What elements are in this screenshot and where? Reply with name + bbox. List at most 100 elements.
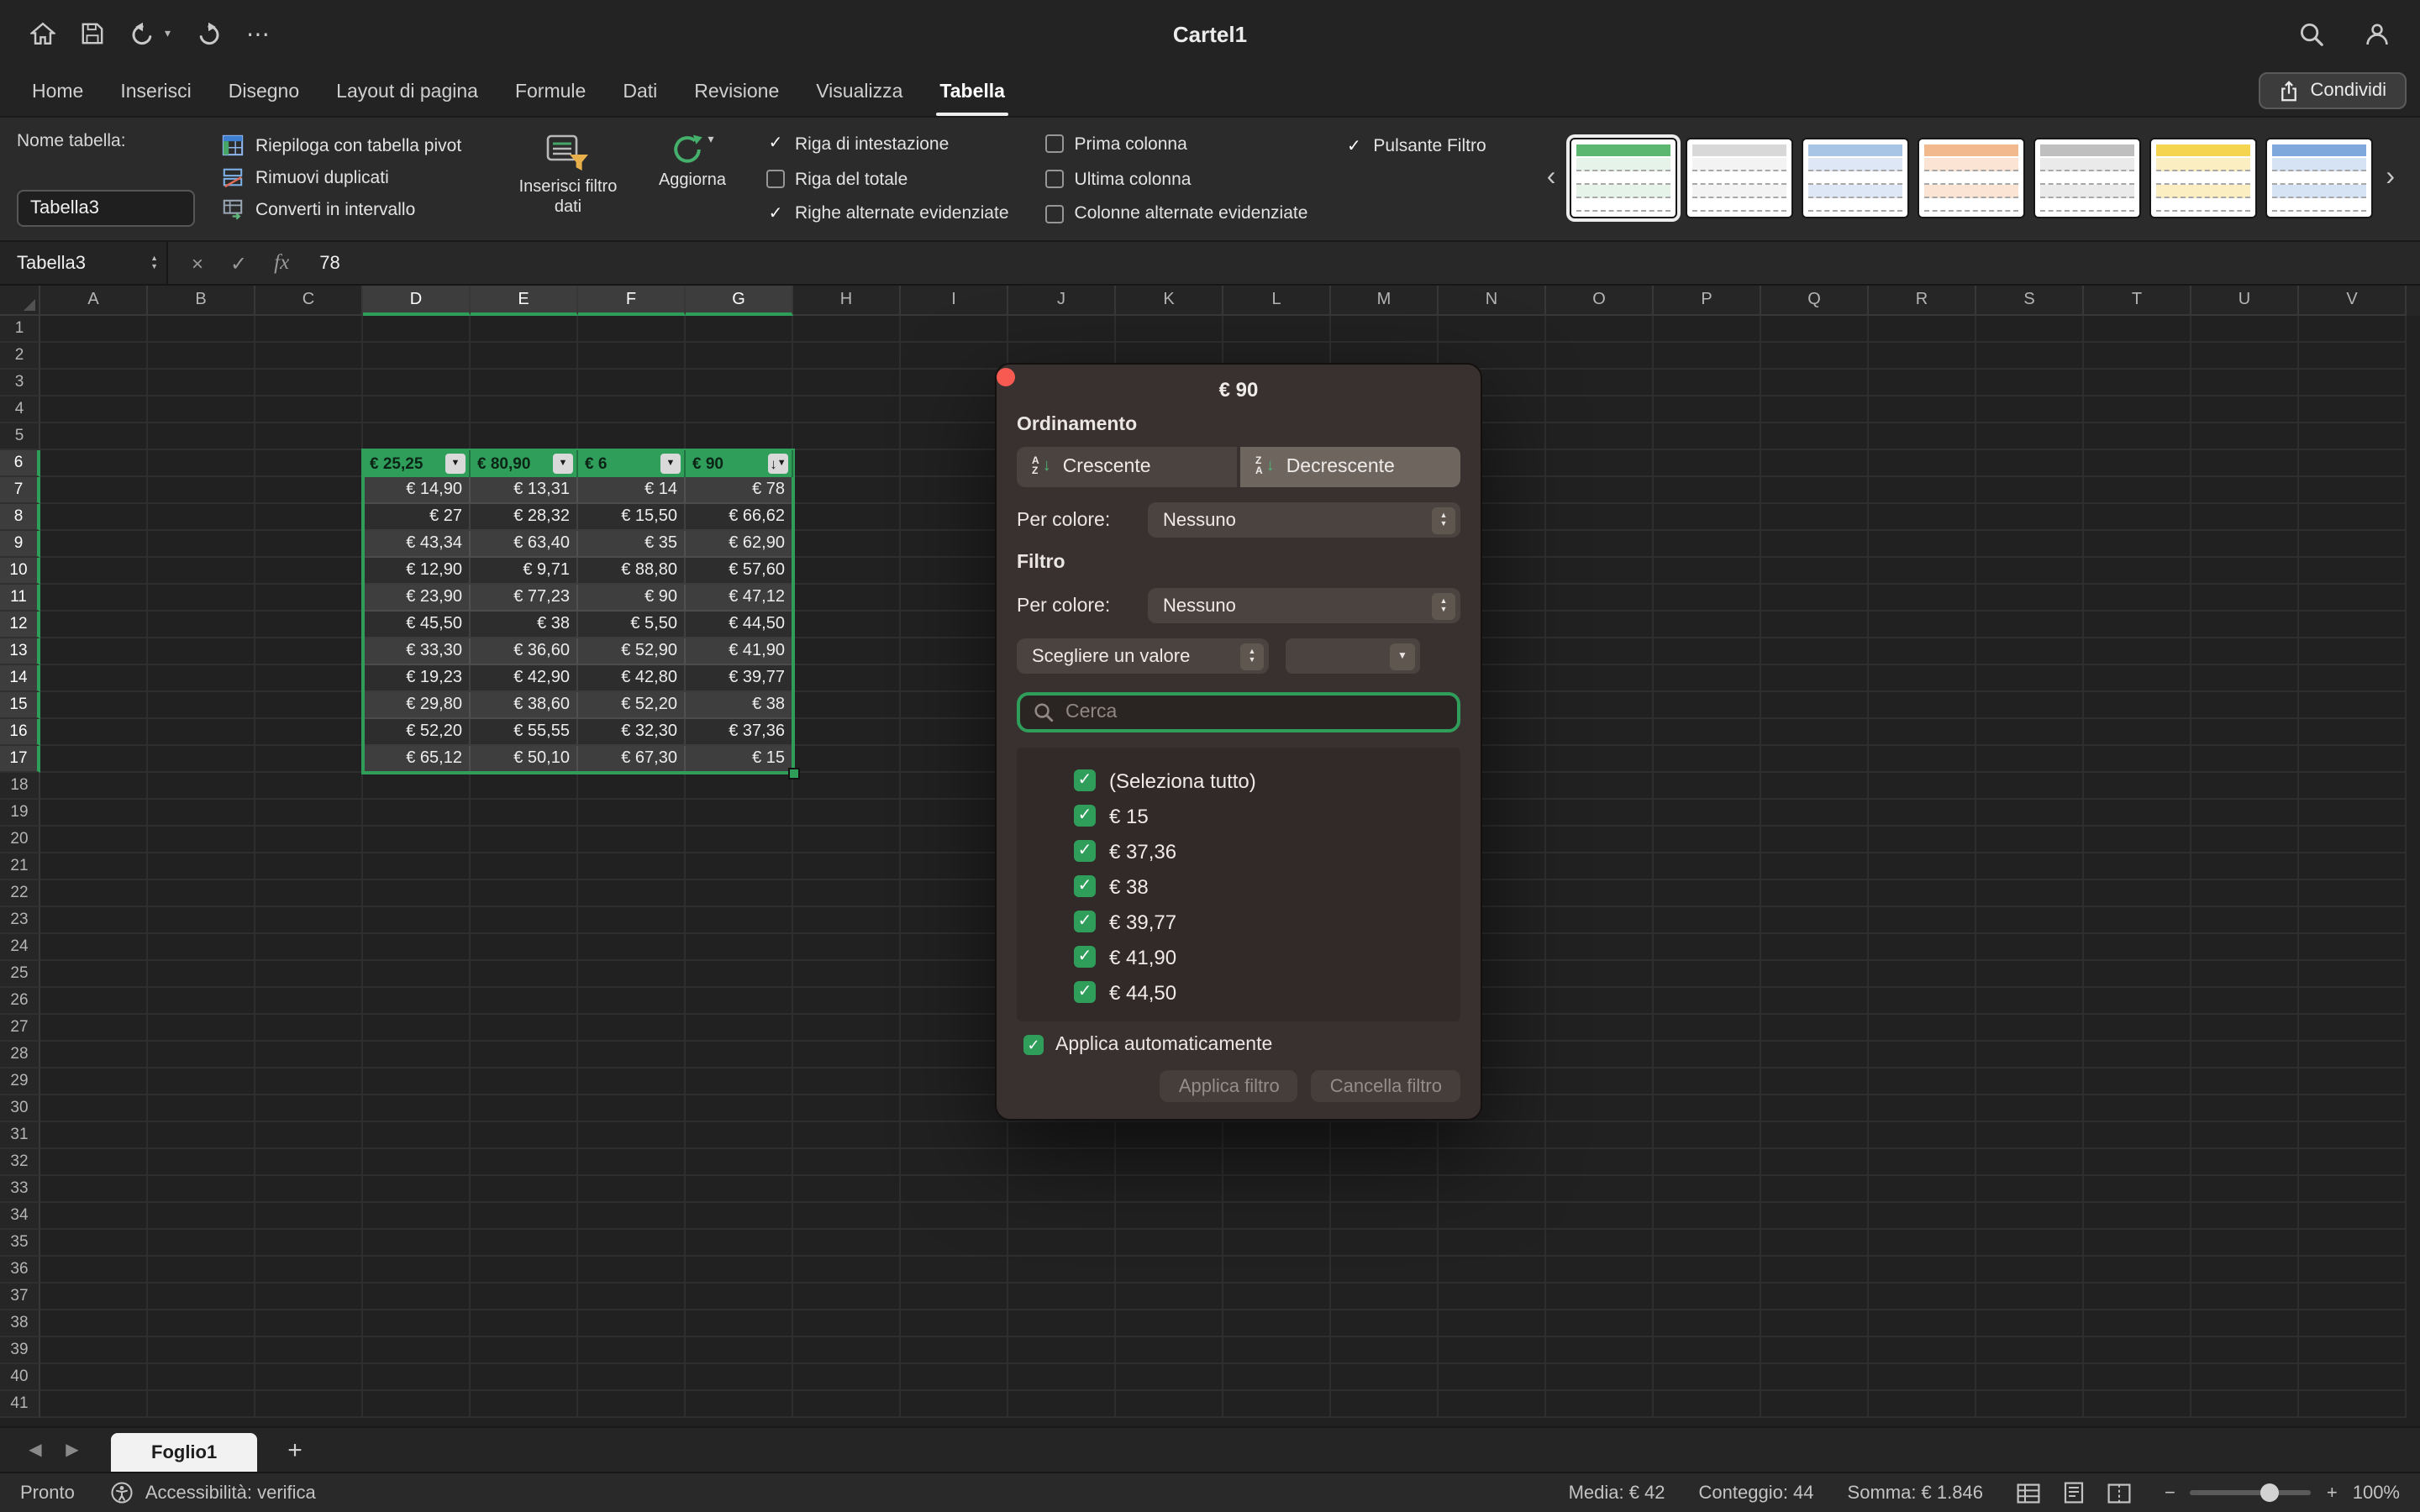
table-cell[interactable]: € 90 bbox=[578, 585, 686, 612]
cell-C35[interactable] bbox=[255, 1230, 363, 1257]
cell-U31[interactable] bbox=[2191, 1122, 2299, 1149]
cell-H1[interactable] bbox=[793, 316, 901, 343]
cell-T10[interactable] bbox=[2084, 558, 2191, 585]
filter-item-38[interactable]: ✓€ 38 bbox=[1017, 869, 1460, 904]
cell-P14[interactable] bbox=[1654, 665, 1761, 692]
cell-J36[interactable] bbox=[1008, 1257, 1116, 1284]
column-header-L[interactable]: L bbox=[1223, 286, 1331, 316]
cell-H22[interactable] bbox=[793, 880, 901, 907]
cell-B9[interactable] bbox=[148, 531, 255, 558]
cell-V3[interactable] bbox=[2299, 370, 2407, 396]
cell-T31[interactable] bbox=[2084, 1122, 2191, 1149]
option-righe-alternate-evidenziate[interactable]: ✓Righe alternate evidenziate bbox=[766, 201, 1009, 227]
cell-A38[interactable] bbox=[40, 1310, 148, 1337]
tab-revisione[interactable]: Revisione bbox=[676, 71, 797, 116]
cell-Q33[interactable] bbox=[1761, 1176, 1869, 1203]
cell-F31[interactable] bbox=[578, 1122, 686, 1149]
cell-N36[interactable] bbox=[1439, 1257, 1546, 1284]
cell-L36[interactable] bbox=[1223, 1257, 1331, 1284]
cell-V30[interactable] bbox=[2299, 1095, 2407, 1122]
cell-H16[interactable] bbox=[793, 719, 901, 746]
close-dialog-button[interactable] bbox=[997, 368, 1015, 386]
cell-H38[interactable] bbox=[793, 1310, 901, 1337]
cell-D34[interactable] bbox=[363, 1203, 471, 1230]
cell-P3[interactable] bbox=[1654, 370, 1761, 396]
cell-V18[interactable] bbox=[2299, 773, 2407, 800]
cell-E3[interactable] bbox=[471, 370, 578, 396]
cell-B38[interactable] bbox=[148, 1310, 255, 1337]
cell-Q9[interactable] bbox=[1761, 531, 1869, 558]
cell-V41[interactable] bbox=[2299, 1391, 2407, 1418]
cell-F5[interactable] bbox=[578, 423, 686, 450]
cell-D32[interactable] bbox=[363, 1149, 471, 1176]
cell-G3[interactable] bbox=[686, 370, 793, 396]
cell-P7[interactable] bbox=[1654, 477, 1761, 504]
cell-R13[interactable] bbox=[1869, 638, 1976, 665]
cell-J31[interactable] bbox=[1008, 1122, 1116, 1149]
cell-I36[interactable] bbox=[901, 1257, 1008, 1284]
cell-D33[interactable] bbox=[363, 1176, 471, 1203]
cell-E33[interactable] bbox=[471, 1176, 578, 1203]
cell-D28[interactable] bbox=[363, 1042, 471, 1068]
row-header-6[interactable]: 6 bbox=[0, 450, 40, 477]
cell-G21[interactable] bbox=[686, 853, 793, 880]
cell-S6[interactable] bbox=[1976, 450, 2084, 477]
cell-U19[interactable] bbox=[2191, 800, 2299, 827]
row-header-3[interactable]: 3 bbox=[0, 370, 40, 396]
column-header-T[interactable]: T bbox=[2084, 286, 2191, 316]
cell-D5[interactable] bbox=[363, 423, 471, 450]
cell-H41[interactable] bbox=[793, 1391, 901, 1418]
cell-D35[interactable] bbox=[363, 1230, 471, 1257]
row-header-8[interactable]: 8 bbox=[0, 504, 40, 531]
table-cell[interactable]: € 12,90 bbox=[363, 558, 471, 585]
zoom-slider[interactable] bbox=[2191, 1490, 2312, 1495]
cell-M33[interactable] bbox=[1331, 1176, 1439, 1203]
cell-I24[interactable] bbox=[901, 934, 1008, 961]
table-style-blue[interactable] bbox=[2265, 137, 2372, 218]
table-cell[interactable]: € 41,90 bbox=[686, 638, 793, 665]
cell-O6[interactable] bbox=[1546, 450, 1654, 477]
table-cell[interactable]: € 39,77 bbox=[686, 665, 793, 692]
cell-Q31[interactable] bbox=[1761, 1122, 1869, 1149]
cell-A36[interactable] bbox=[40, 1257, 148, 1284]
cell-I40[interactable] bbox=[901, 1364, 1008, 1391]
cell-O18[interactable] bbox=[1546, 773, 1654, 800]
cell-D27[interactable] bbox=[363, 1015, 471, 1042]
cell-O10[interactable] bbox=[1546, 558, 1654, 585]
cell-C23[interactable] bbox=[255, 907, 363, 934]
table-cell[interactable]: € 43,34 bbox=[363, 531, 471, 558]
cell-A11[interactable] bbox=[40, 585, 148, 612]
cell-R22[interactable] bbox=[1869, 880, 1976, 907]
cell-C3[interactable] bbox=[255, 370, 363, 396]
cell-B30[interactable] bbox=[148, 1095, 255, 1122]
table-cell[interactable]: € 32,30 bbox=[578, 719, 686, 746]
cell-K39[interactable] bbox=[1116, 1337, 1223, 1364]
cell-A9[interactable] bbox=[40, 531, 148, 558]
cell-A15[interactable] bbox=[40, 692, 148, 719]
cell-L38[interactable] bbox=[1223, 1310, 1331, 1337]
column-header-S[interactable]: S bbox=[1976, 286, 2084, 316]
cell-P32[interactable] bbox=[1654, 1149, 1761, 1176]
cell-F1[interactable] bbox=[578, 316, 686, 343]
table-cell[interactable]: € 88,80 bbox=[578, 558, 686, 585]
cell-A26[interactable] bbox=[40, 988, 148, 1015]
tab-visualizza[interactable]: Visualizza bbox=[797, 71, 921, 116]
cell-R27[interactable] bbox=[1869, 1015, 1976, 1042]
cell-T7[interactable] bbox=[2084, 477, 2191, 504]
cell-T40[interactable] bbox=[2084, 1364, 2191, 1391]
table-cell[interactable]: € 45,50 bbox=[363, 612, 471, 638]
cell-I14[interactable] bbox=[901, 665, 1008, 692]
cell-B23[interactable] bbox=[148, 907, 255, 934]
row-header-28[interactable]: 28 bbox=[0, 1042, 40, 1068]
cell-E4[interactable] bbox=[471, 396, 578, 423]
cell-F24[interactable] bbox=[578, 934, 686, 961]
cell-R39[interactable] bbox=[1869, 1337, 1976, 1364]
cell-T13[interactable] bbox=[2084, 638, 2191, 665]
cell-S38[interactable] bbox=[1976, 1310, 2084, 1337]
cell-H5[interactable] bbox=[793, 423, 901, 450]
cell-T33[interactable] bbox=[2084, 1176, 2191, 1203]
cell-R21[interactable] bbox=[1869, 853, 1976, 880]
cell-H23[interactable] bbox=[793, 907, 901, 934]
cell-P25[interactable] bbox=[1654, 961, 1761, 988]
table-style-light-blue[interactable] bbox=[1801, 137, 1908, 218]
